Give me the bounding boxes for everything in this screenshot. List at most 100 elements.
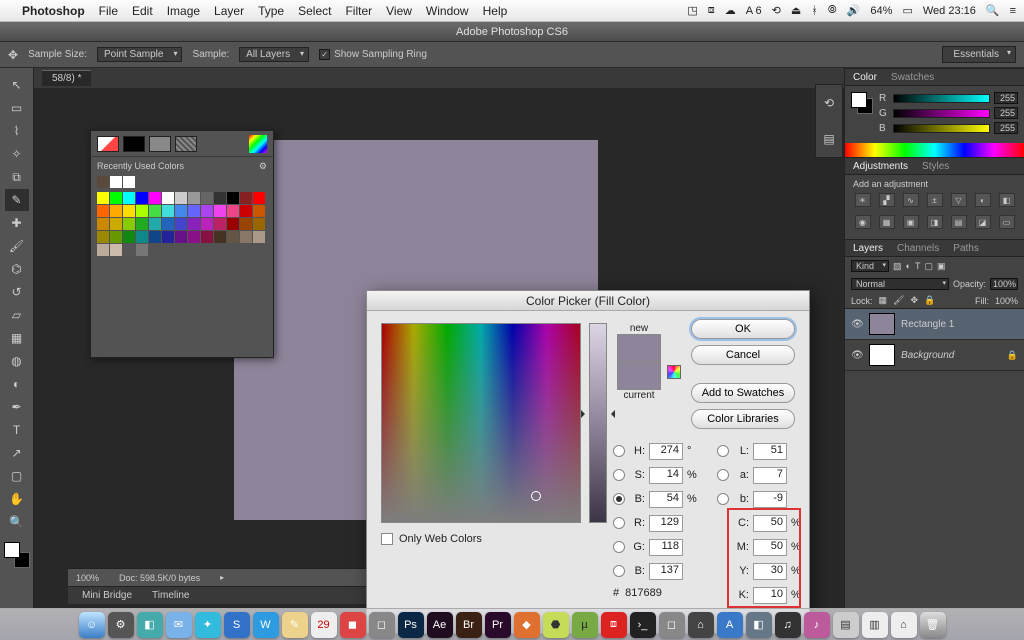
color-field[interactable] (381, 323, 581, 523)
palette-color[interactable] (175, 231, 187, 243)
crop-tool-icon[interactable]: ⧉ (5, 166, 29, 188)
filter-type-icon[interactable]: T (915, 261, 921, 271)
palette-color[interactable] (123, 205, 135, 217)
dock-app-icon[interactable]: ⌂ (891, 612, 917, 638)
blur-tool-icon[interactable]: ◍ (5, 350, 29, 372)
menubar-lastfm-icon[interactable]: ⧈ (708, 4, 715, 17)
dock-ae-icon[interactable]: Ae (427, 612, 453, 638)
marquee-tool-icon[interactable]: ▭ (5, 97, 29, 119)
zoom-level[interactable]: 100% (76, 573, 99, 583)
dock-lastfm-icon[interactable]: ⧈ (601, 612, 627, 638)
palette-color[interactable] (110, 205, 122, 217)
web-colors-checkbox[interactable]: Only Web Colors (381, 533, 482, 545)
tab-color[interactable]: Color (853, 72, 877, 83)
dock-finder-icon[interactable]: ☺ (79, 612, 105, 638)
fill-value[interactable]: 100% (995, 296, 1018, 306)
palette-color[interactable] (227, 192, 239, 204)
dock-app-icon[interactable]: ♫ (775, 612, 801, 638)
chanmix-icon[interactable]: ▦ (879, 215, 895, 229)
palette-color[interactable] (240, 192, 252, 204)
dock-cal-icon[interactable]: 29 (311, 612, 337, 638)
pen-tool-icon[interactable]: ✒ (5, 396, 29, 418)
palette-color[interactable] (123, 244, 135, 256)
panel-menu-icon[interactable]: ⚙ (259, 161, 267, 172)
br-input[interactable]: 54 (649, 491, 683, 508)
palette-color[interactable] (214, 231, 226, 243)
dodge-tool-icon[interactable]: ◐ (5, 373, 29, 395)
palette-color[interactable] (97, 218, 109, 230)
bw-icon[interactable]: ◧ (999, 193, 1015, 207)
palette-color[interactable] (227, 218, 239, 230)
dock-app-icon[interactable]: ▤ (833, 612, 859, 638)
hex-input[interactable]: 817689 (625, 587, 685, 599)
gradient-tool-icon[interactable]: ▦ (5, 327, 29, 349)
properties-icon[interactable]: ▤ (823, 132, 834, 146)
menubar-battery-icon[interactable]: ▭ (902, 4, 912, 17)
brightness-icon[interactable]: ☀ (855, 193, 871, 207)
lock-trans-icon[interactable]: ▦ (879, 295, 888, 306)
palette-color[interactable] (123, 192, 135, 204)
tab-swatches[interactable]: Swatches (891, 72, 934, 83)
h-input[interactable]: 274 (649, 443, 683, 460)
levels-icon[interactable]: ▞ (879, 193, 895, 207)
lock-pixels-icon[interactable]: 🖌 (893, 295, 904, 306)
b-value[interactable]: 255 (994, 122, 1018, 134)
s-input[interactable]: 14 (649, 467, 683, 484)
recent-color[interactable] (123, 176, 135, 188)
filter-adj-icon[interactable]: ◐ (906, 261, 911, 271)
ok-button[interactable]: OK (691, 319, 795, 339)
palette-color[interactable] (136, 205, 148, 217)
l-radio[interactable] (717, 445, 729, 457)
visibility-icon[interactable]: 👁 (851, 350, 863, 361)
menu-edit[interactable]: Edit (132, 4, 153, 18)
fg-bg-swatch[interactable] (4, 542, 30, 568)
b-radio[interactable] (613, 493, 625, 505)
dock-skype-icon[interactable]: S (224, 612, 250, 638)
r-value[interactable]: 255 (994, 92, 1018, 104)
spectrum-swatch-icon[interactable] (249, 135, 267, 153)
palette-color[interactable] (188, 192, 200, 204)
menubar-dropbox-icon[interactable]: ◳ (687, 4, 697, 17)
dock-app-icon[interactable]: ◻ (659, 612, 685, 638)
palette-color[interactable] (123, 231, 135, 243)
filter-shape-icon[interactable]: ▢ (924, 261, 933, 272)
palette-color[interactable] (227, 231, 239, 243)
menubar-app-name[interactable]: Photoshop (22, 4, 85, 18)
menubar-volume-icon[interactable]: 🔊 (847, 4, 861, 17)
workspace-dropdown[interactable]: Essentials (942, 46, 1016, 63)
g-slider[interactable] (893, 109, 990, 118)
menu-view[interactable]: View (386, 4, 412, 18)
palette-color[interactable] (110, 231, 122, 243)
history-brush-tool-icon[interactable]: ↺ (5, 281, 29, 303)
k-input[interactable]: 10 (753, 587, 787, 604)
palette-color[interactable] (97, 231, 109, 243)
brush-tool-icon[interactable]: 🖌 (5, 235, 29, 257)
collapsed-panels-strip[interactable]: ⟲▤ (815, 84, 843, 158)
s-radio[interactable] (613, 469, 625, 481)
menubar-battery-pct[interactable]: 64% (870, 5, 892, 17)
menubar-cloud-icon[interactable]: ☁ (725, 4, 736, 17)
palette-color[interactable] (240, 231, 252, 243)
palette-color[interactable] (149, 231, 161, 243)
bc-radio[interactable] (613, 565, 625, 577)
g-input[interactable]: 118 (649, 539, 683, 556)
colorlookup-icon[interactable]: ▣ (903, 215, 919, 229)
vibrance-icon[interactable]: ▽ (951, 193, 967, 207)
show-sampling-ring-checkbox[interactable]: ✓ Show Sampling Ring (319, 49, 427, 60)
lock-all-icon[interactable]: 🔒 (924, 295, 935, 306)
dock-safari-icon[interactable]: ✦ (195, 612, 221, 638)
b-slider[interactable] (893, 124, 990, 133)
palette-color[interactable] (162, 205, 174, 217)
palette-color[interactable] (110, 192, 122, 204)
layer-name[interactable]: Background (901, 350, 1001, 361)
sample-size-dropdown[interactable]: Point Sample (97, 47, 182, 62)
palette-color[interactable] (227, 205, 239, 217)
c-input[interactable]: 50 (753, 515, 787, 532)
shape-tool-icon[interactable]: ▢ (5, 465, 29, 487)
dock-app-icon[interactable]: ◧ (746, 612, 772, 638)
menu-window[interactable]: Window (426, 4, 469, 18)
eraser-tool-icon[interactable]: ▱ (5, 304, 29, 326)
menubar-eject-icon[interactable]: ⏏ (791, 4, 801, 17)
menubar-spotlight-icon[interactable]: 🔍 (986, 4, 1000, 17)
palette-color[interactable] (214, 205, 226, 217)
